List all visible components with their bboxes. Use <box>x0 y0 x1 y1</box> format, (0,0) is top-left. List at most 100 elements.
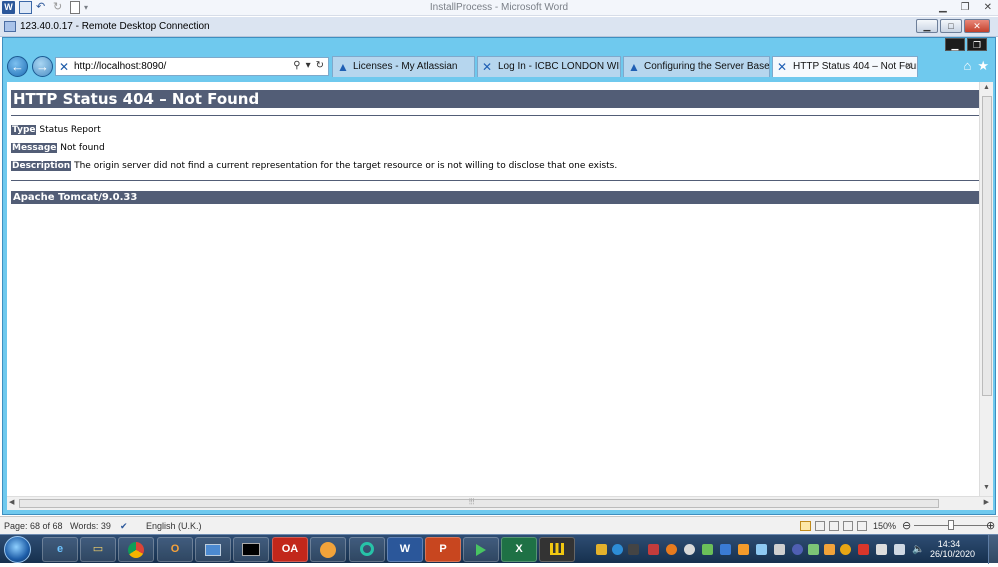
close-icon[interactable]: ✕ <box>984 2 992 13</box>
confluence-icon: ✕ <box>777 60 788 74</box>
browser-toolbar-icons: ⌂ ★ <box>963 58 989 74</box>
forward-button[interactable]: → <box>32 56 53 77</box>
outline-icon[interactable] <box>843 521 853 531</box>
excel-icon[interactable]: X <box>501 537 537 562</box>
home-icon[interactable]: ⌂ <box>963 58 971 74</box>
tray-app-icon[interactable] <box>840 544 851 555</box>
atlassian-icon: ▲ <box>337 60 349 74</box>
tray-app-icon[interactable] <box>824 544 835 555</box>
network-icon[interactable] <box>894 544 905 555</box>
scroll-left-icon[interactable]: ◀ <box>9 498 14 506</box>
command-prompt-icon[interactable] <box>233 537 269 562</box>
favorites-star-icon[interactable]: ★ <box>977 58 989 74</box>
minimize-icon[interactable]: ▁ <box>939 2 947 13</box>
tray-app-icon[interactable] <box>756 544 767 555</box>
scrollbar-thumb[interactable] <box>19 499 939 508</box>
tray-app-icon[interactable] <box>684 544 695 555</box>
tray-app-icon[interactable] <box>596 544 607 555</box>
print-layout-icon[interactable] <box>800 521 811 531</box>
zoom-in-icon[interactable]: ⊕ <box>986 519 995 532</box>
flag-icon[interactable] <box>876 544 887 555</box>
language-indicator[interactable]: English (U.K.) <box>146 521 202 531</box>
horizontal-scrollbar[interactable]: ◀ ⦙⦙⦙ ▶ <box>7 496 993 510</box>
rdp-window-title: 123.40.0.17 - Remote Desktop Connection <box>20 21 210 32</box>
tray-app-icon[interactable] <box>648 544 659 555</box>
file-explorer-icon[interactable]: ▭ <box>80 537 116 562</box>
internet-explorer-icon[interactable]: e <box>42 537 78 562</box>
browser-window: ▁ ❐ ← → ✕ http://localhost:8090/ ⚲ ▾ ↻ ▲… <box>2 37 996 515</box>
volume-icon[interactable]: 🔈 <box>912 544 924 555</box>
description-row: Description The origin server did not fi… <box>11 161 617 171</box>
word-icon[interactable]: W <box>387 537 423 562</box>
tray-app-icon[interactable] <box>808 544 819 555</box>
tab-login[interactable]: ✕ Log In - ICBC LONDON WIKI <box>477 56 621 77</box>
tab-http-404[interactable]: ✕ HTTP Status 404 – Not Found ✕ <box>772 56 918 77</box>
word-title-bar: W ↶ ↻ ▾ InstallProcess - Microsoft Word … <box>0 0 998 16</box>
powerbi-icon[interactable] <box>539 537 575 562</box>
page-heading: HTTP Status 404 – Not Found <box>11 90 979 108</box>
tab-licenses[interactable]: ▲ Licenses - My Atlassian <box>332 56 475 77</box>
scroll-down-icon[interactable]: ▼ <box>983 484 990 491</box>
tray-app-icon[interactable] <box>612 544 623 555</box>
word-window-title: InstallProcess - Microsoft Word <box>429 2 569 13</box>
start-button[interactable] <box>4 536 31 563</box>
minimize-icon[interactable]: ▁ <box>945 38 965 51</box>
app-icon[interactable] <box>310 537 346 562</box>
tray-app-icon[interactable] <box>628 544 639 555</box>
outlook-icon[interactable]: O <box>157 537 193 562</box>
refresh-icon[interactable]: ↻ <box>316 60 324 71</box>
tray-app-icon[interactable] <box>858 544 869 555</box>
message-value: Not found <box>60 143 105 153</box>
restore-icon[interactable]: ❐ <box>961 2 970 13</box>
show-desktop-button[interactable] <box>988 535 998 564</box>
tray-app-icon[interactable] <box>720 544 731 555</box>
word-status-bar: Page: 68 of 68 Words: 39 ✔ English (U.K.… <box>0 516 998 534</box>
proofing-icon[interactable]: ✔ <box>120 521 128 532</box>
full-screen-reading-icon[interactable] <box>815 521 825 531</box>
rdp-window-controls: ▁ □ ✕ <box>916 19 990 33</box>
zoom-level[interactable]: 150% <box>873 521 896 531</box>
powerpoint-icon[interactable]: P <box>425 537 461 562</box>
zoom-out-icon[interactable]: ⊖ <box>902 519 911 532</box>
tray-app-icon[interactable] <box>792 544 803 555</box>
maximize-icon[interactable]: □ <box>940 19 962 33</box>
zoom-slider-thumb[interactable] <box>948 520 954 530</box>
word-count[interactable]: Words: 39 <box>70 521 111 531</box>
app-circle-icon[interactable] <box>349 537 385 562</box>
search-icon[interactable]: ⚲ <box>293 60 300 71</box>
back-button[interactable]: ← <box>7 56 28 77</box>
server-footer: Apache Tomcat/9.0.33 <box>11 191 979 204</box>
minimize-icon[interactable]: ▁ <box>916 19 938 33</box>
tray-app-icon[interactable] <box>666 544 677 555</box>
draft-icon[interactable] <box>857 521 867 531</box>
tray-app-icon[interactable] <box>774 544 785 555</box>
tray-app-icon[interactable] <box>702 544 713 555</box>
atlassian-icon: ▲ <box>628 60 640 74</box>
oracle-icon[interactable]: OA <box>272 537 308 562</box>
tab-configuring-server[interactable]: ▲ Configuring the Server Base U... <box>623 56 770 77</box>
taskbar: e ▭ O OA W P X 🔈 14:34 26/10/2020 <box>0 534 998 564</box>
media-icon[interactable] <box>463 537 499 562</box>
close-icon[interactable]: ✕ <box>964 19 990 33</box>
navigation-bar: ← → ✕ http://localhost:8090/ ⚲ ▾ ↻ ▲ Lic… <box>5 56 993 78</box>
page-count[interactable]: Page: 68 of 68 <box>4 521 63 531</box>
tray-app-icon[interactable] <box>738 544 749 555</box>
restore-icon[interactable]: ❐ <box>967 38 987 51</box>
vertical-scrollbar[interactable]: ▲ ▼ <box>979 82 993 496</box>
message-label: Message <box>11 143 58 153</box>
remote-desktop-icon[interactable] <box>195 537 231 562</box>
description-value: The origin server did not find a current… <box>74 161 618 171</box>
divider <box>11 180 979 181</box>
web-layout-icon[interactable] <box>829 521 839 531</box>
scroll-up-icon[interactable]: ▲ <box>983 84 990 91</box>
close-tab-icon[interactable]: ✕ <box>905 57 913 77</box>
message-row: Message Not found <box>11 143 105 153</box>
chevron-down-icon[interactable]: ▾ <box>306 60 311 71</box>
clock-time: 14:34 <box>937 539 961 549</box>
address-url[interactable]: http://localhost:8090/ <box>74 61 166 72</box>
scrollbar-thumb[interactable] <box>982 96 992 396</box>
address-bar[interactable]: ✕ http://localhost:8090/ ⚲ ▾ ↻ <box>55 57 329 76</box>
chrome-icon[interactable] <box>118 537 154 562</box>
scroll-right-icon[interactable]: ▶ <box>984 498 989 506</box>
system-clock[interactable]: 14:34 26/10/2020 <box>930 539 975 559</box>
